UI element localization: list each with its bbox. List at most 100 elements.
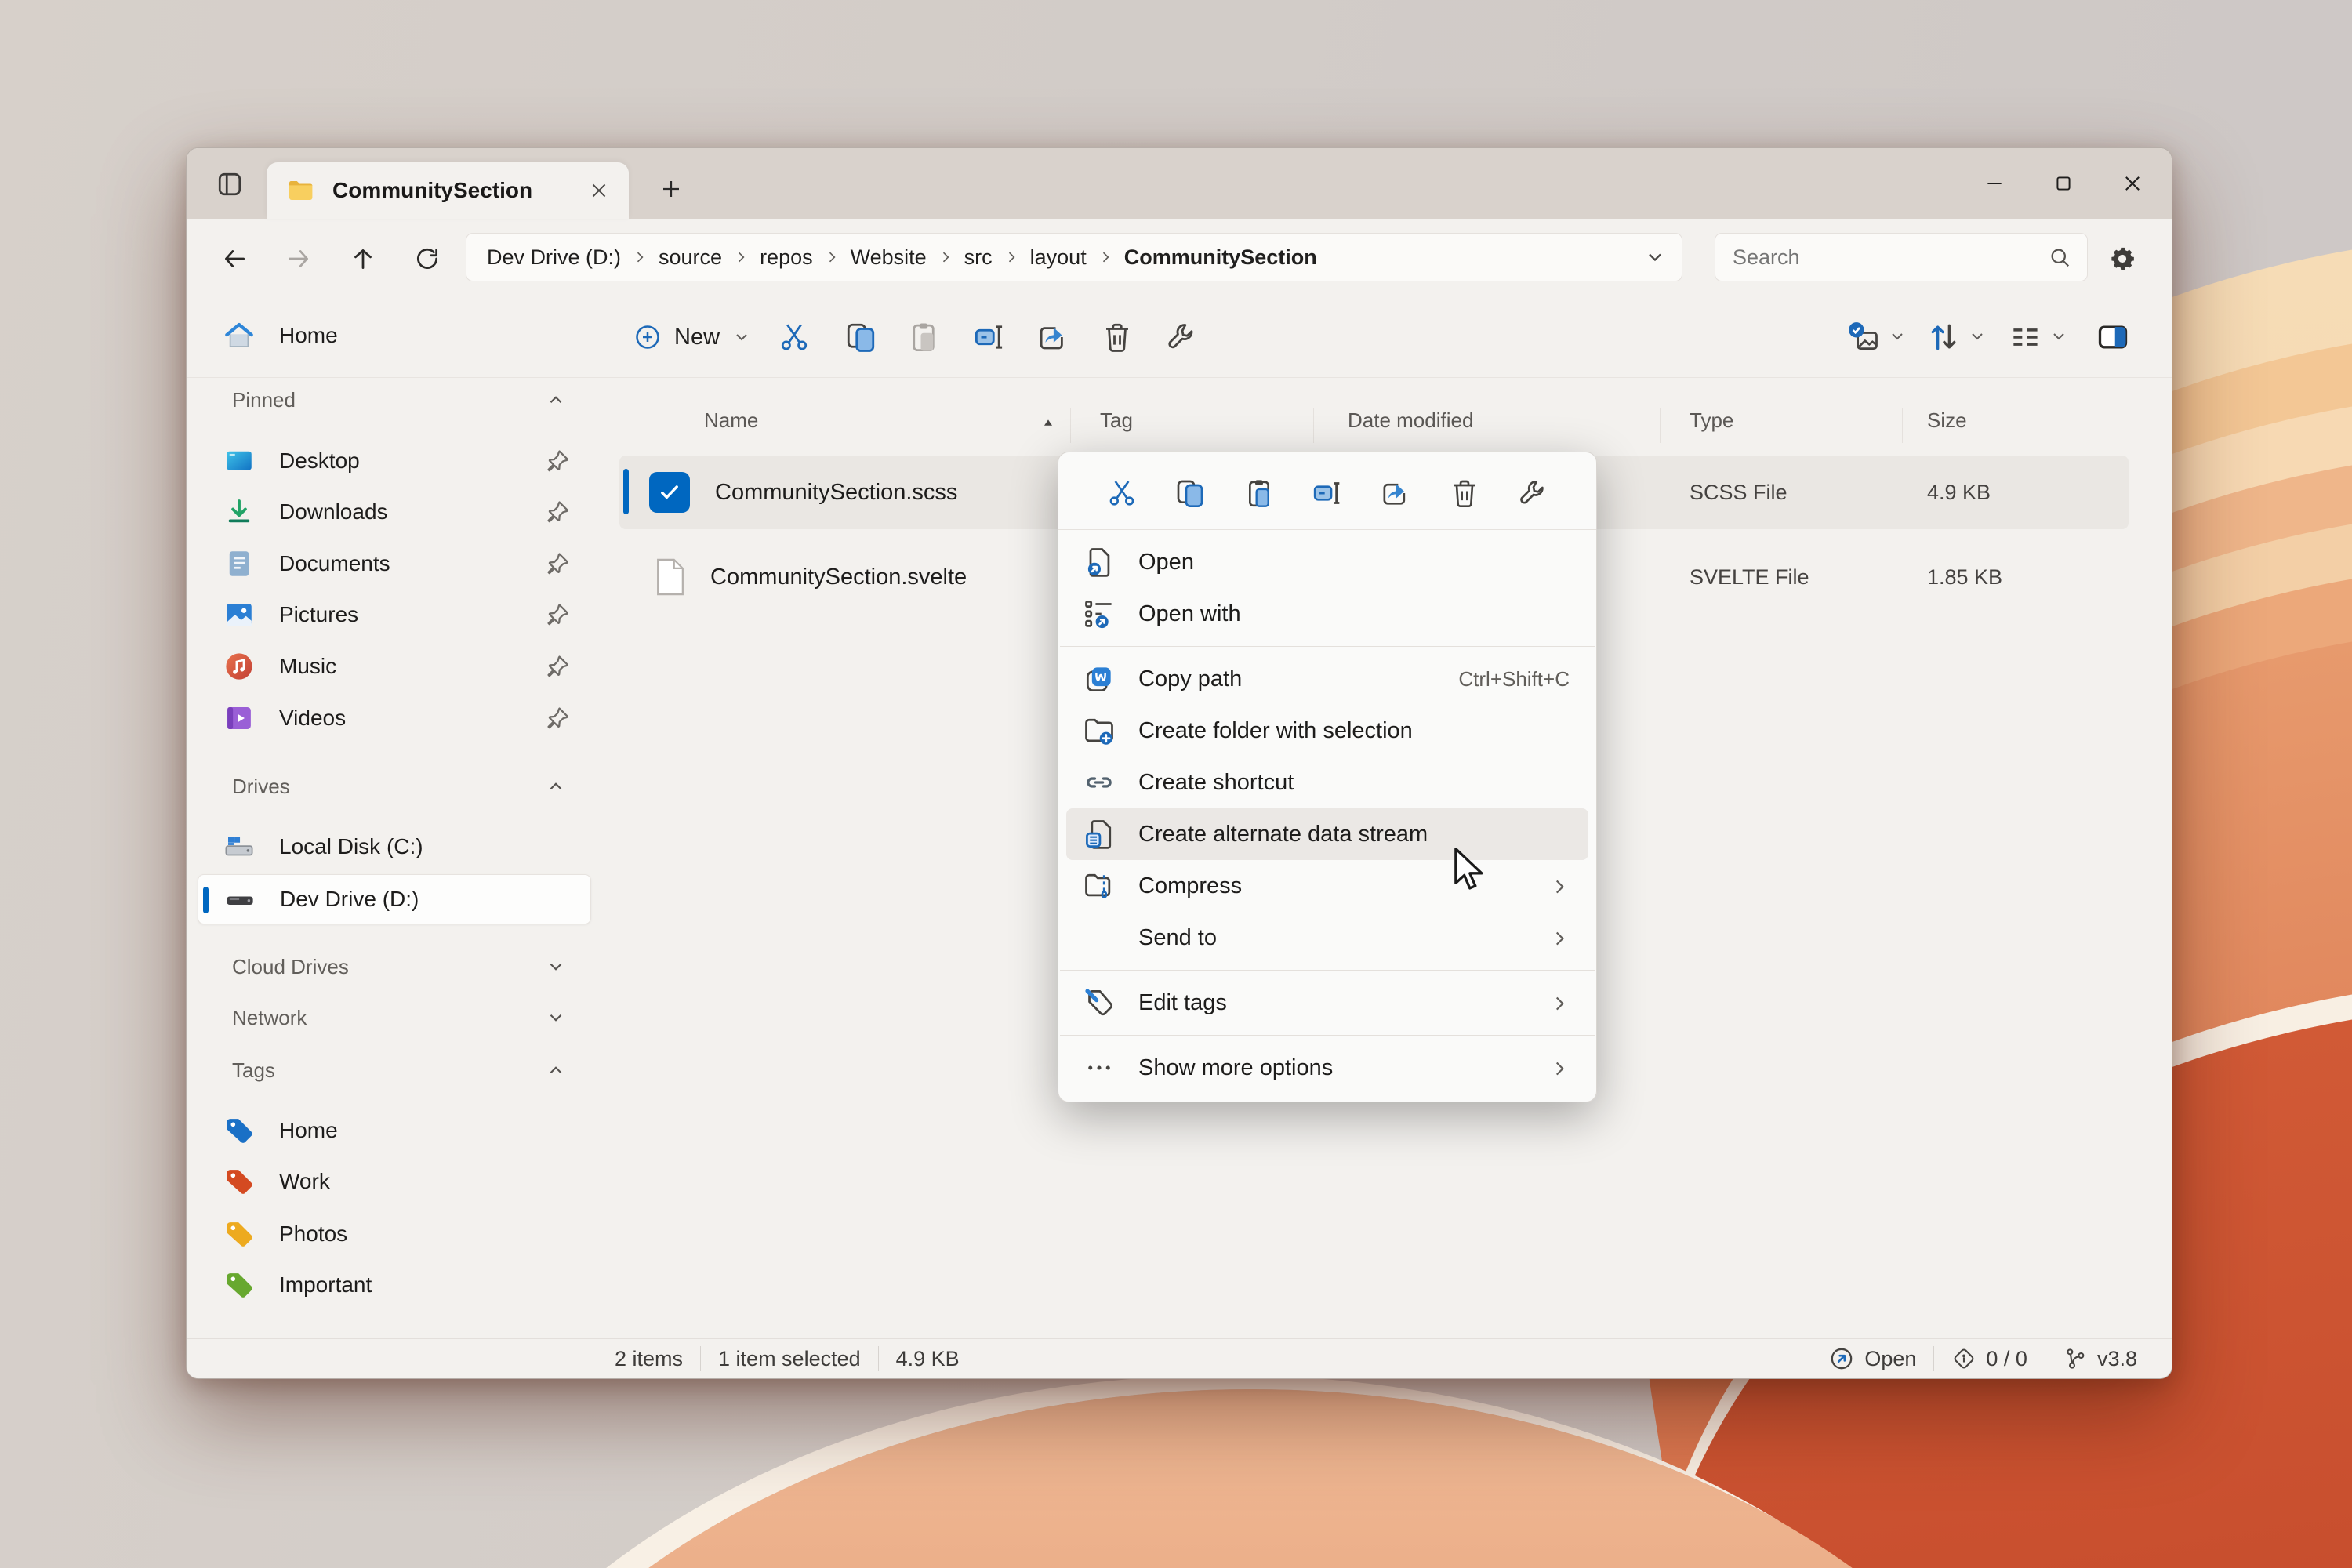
breadcrumb-item-current[interactable]: CommunitySection xyxy=(1120,245,1322,270)
close-button[interactable] xyxy=(2098,148,2167,219)
select-dropdown-icon[interactable] xyxy=(1888,327,1907,346)
breadcrumb-item[interactable]: repos xyxy=(755,245,818,270)
view-button[interactable] xyxy=(2002,314,2048,360)
menu-divider xyxy=(1060,970,1595,971)
sidebar-tag-home[interactable]: Home xyxy=(198,1105,591,1156)
new-tab-button[interactable] xyxy=(648,165,695,212)
column-header-name[interactable]: Name xyxy=(704,408,758,433)
share-button[interactable] xyxy=(1030,314,1076,360)
settings-button[interactable] xyxy=(2098,237,2147,281)
sidebar-item-music[interactable]: Music xyxy=(198,641,591,691)
select-all-button[interactable] xyxy=(1841,314,1886,360)
search-input[interactable] xyxy=(1731,245,2048,270)
new-button[interactable]: New xyxy=(622,311,762,363)
search-icon[interactable] xyxy=(2048,245,2071,269)
column-header-type[interactable]: Type xyxy=(1690,408,1733,433)
column-divider[interactable] xyxy=(1070,408,1071,443)
cut-button[interactable] xyxy=(771,314,817,360)
sort-button[interactable] xyxy=(1921,314,1966,360)
breadcrumb-item[interactable]: layout xyxy=(1025,245,1091,270)
chevron-down-icon[interactable] xyxy=(546,956,566,977)
rename-button[interactable] xyxy=(1306,472,1348,514)
sidebar-item-downloads[interactable]: Downloads xyxy=(198,487,591,537)
status-open-button[interactable]: Open xyxy=(1828,1345,1916,1372)
breadcrumb-item[interactable]: Website xyxy=(846,245,931,270)
sidebar-tag-photos[interactable]: Photos xyxy=(198,1209,591,1259)
sidebar-tag-work[interactable]: Work xyxy=(198,1156,591,1207)
breadcrumb-item[interactable]: source xyxy=(654,245,727,270)
sidebar-section-network[interactable]: Network xyxy=(198,999,591,1036)
sidebar-item-local-disk-c[interactable]: Local Disk (C:) xyxy=(198,822,591,872)
sidebar-section-drives[interactable]: Drives xyxy=(198,768,591,805)
copy-icon xyxy=(844,321,877,354)
breadcrumb-separator-icon xyxy=(1098,249,1113,265)
view-dropdown-icon[interactable] xyxy=(2049,327,2068,346)
address-dropdown-icon[interactable] xyxy=(1644,246,1666,268)
delete-button[interactable] xyxy=(1094,314,1140,360)
rename-button[interactable] xyxy=(967,314,1012,360)
tab-layout-icon[interactable] xyxy=(207,162,252,207)
chevron-up-icon[interactable] xyxy=(546,1060,566,1080)
paste-button[interactable] xyxy=(901,314,946,360)
sort-dropdown-icon[interactable] xyxy=(1968,327,1987,346)
delete-button[interactable] xyxy=(1443,472,1486,514)
column-header-date-modified[interactable]: Date modified xyxy=(1348,408,1473,433)
checkbox-checked[interactable] xyxy=(649,472,690,513)
column-divider[interactable] xyxy=(1313,408,1314,443)
context-menu-quick-actions xyxy=(1058,457,1596,530)
sidebar-item-home[interactable]: Home xyxy=(198,310,591,361)
forward-button[interactable] xyxy=(274,237,323,281)
sidebar-section-cloud-drives[interactable]: Cloud Drives xyxy=(198,948,591,985)
share-button[interactable] xyxy=(1374,472,1417,514)
sidebar-item-documents[interactable]: Documents xyxy=(198,539,591,589)
tab-close-icon[interactable] xyxy=(579,170,619,211)
minimize-button[interactable] xyxy=(1960,148,2029,219)
breadcrumb-separator-icon xyxy=(733,249,749,265)
chevron-up-icon[interactable] xyxy=(546,776,566,797)
properties-button[interactable] xyxy=(1159,314,1204,360)
sidebar-item-dev-drive-d[interactable]: Dev Drive (D:) xyxy=(198,874,591,924)
maximize-button[interactable] xyxy=(2029,148,2098,219)
copy-button[interactable] xyxy=(1169,472,1211,514)
menu-item-create-folder-with-selection[interactable]: Create folder with selection xyxy=(1066,705,1588,757)
sidebar-item-label: Home xyxy=(279,323,591,348)
sidebar-item-pictures[interactable]: Pictures xyxy=(198,590,591,640)
menu-item-create-shortcut[interactable]: Create shortcut xyxy=(1066,757,1588,808)
chevron-up-icon[interactable] xyxy=(546,390,566,410)
sidebar-section-pinned[interactable]: Pinned xyxy=(198,381,591,419)
status-version[interactable]: v3.8 xyxy=(2063,1346,2137,1371)
tab-communitysection[interactable]: CommunitySection xyxy=(267,162,629,219)
properties-button[interactable] xyxy=(1512,472,1554,514)
column-divider[interactable] xyxy=(1660,408,1661,443)
menu-item-edit-tags[interactable]: Edit tags xyxy=(1066,977,1588,1029)
breadcrumb[interactable]: Dev Drive (D:) source repos Website src … xyxy=(466,233,1682,281)
refresh-button[interactable] xyxy=(403,237,452,281)
menu-item-create-alternate-data-stream[interactable]: Create alternate data stream xyxy=(1066,808,1588,860)
sidebar-section-tags[interactable]: Tags xyxy=(198,1051,591,1089)
column-header-tag[interactable]: Tag xyxy=(1100,408,1133,433)
sidebar-item-videos[interactable]: Videos xyxy=(198,693,591,743)
menu-item-send-to[interactable]: Send to xyxy=(1066,912,1588,964)
details-pane-button[interactable] xyxy=(2090,314,2136,360)
chevron-down-icon[interactable] xyxy=(546,1007,566,1028)
paste-button[interactable] xyxy=(1238,472,1280,514)
column-header-size[interactable]: Size xyxy=(1927,408,1967,433)
desktop-icon xyxy=(223,445,256,477)
back-button[interactable] xyxy=(210,237,259,281)
status-commits[interactable]: 0 / 0 xyxy=(1951,1346,2027,1371)
sidebar-tag-important[interactable]: Important xyxy=(198,1260,591,1310)
sidebar-item-desktop[interactable]: Desktop xyxy=(198,436,591,486)
breadcrumb-item[interactable]: src xyxy=(960,245,997,270)
menu-item-open[interactable]: Open xyxy=(1066,536,1588,588)
up-button[interactable] xyxy=(339,237,387,281)
column-divider[interactable] xyxy=(1902,408,1903,443)
cut-button[interactable] xyxy=(1101,472,1143,514)
menu-item-copy-path[interactable]: Copy path Ctrl+Shift+C xyxy=(1066,653,1588,705)
menu-item-open-with[interactable]: Open with xyxy=(1066,588,1588,640)
breadcrumb-separator-icon xyxy=(824,249,840,265)
menu-item-compress[interactable]: Compress xyxy=(1066,860,1588,912)
menu-item-show-more-options[interactable]: Show more options xyxy=(1066,1042,1588,1094)
copy-button[interactable] xyxy=(838,314,884,360)
breadcrumb-item[interactable]: Dev Drive (D:) xyxy=(482,245,626,270)
search-box[interactable] xyxy=(1715,233,2088,281)
